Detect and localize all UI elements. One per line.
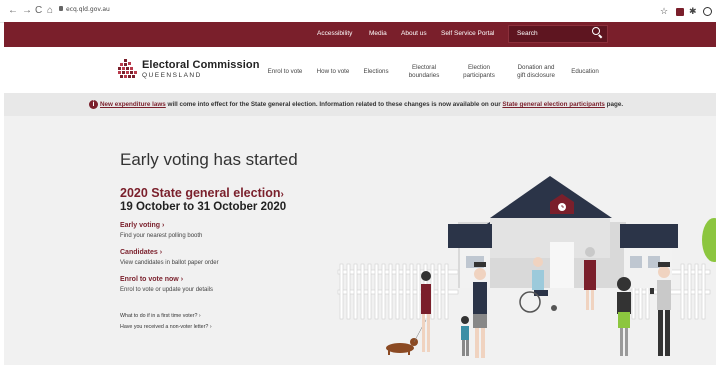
chevron-right-icon: › [162,222,165,229]
enrol-now-link[interactable]: Enrol to vote now › [120,276,183,283]
chevron-right-icon: › [180,276,184,283]
nav-label-2: participants [463,72,495,79]
new-expenditure-laws-link[interactable]: New expenditure laws [100,101,166,108]
hero-title: Early voting has started [120,150,298,169]
non-voter-letter-link[interactable]: Have you received a non-voter letter? › [120,324,212,330]
info-icon: i [89,100,98,109]
search-placeholder: Search [517,30,538,37]
ecq-logo-icon[interactable] [118,59,138,80]
nav-election-participants[interactable]: Election participants [454,64,504,80]
item-label: Candidates [120,249,158,256]
nav-donation-gift-disclosure[interactable]: Donation and gift disclosure [508,64,564,80]
item-label: Enrol to vote now [120,276,179,283]
state-election-participants-link[interactable]: State general election participants [502,101,605,108]
reload-icon[interactable]: C [35,4,42,18]
nav-label: Elections [363,68,389,75]
nav-label: Education [571,68,599,75]
nav-label: Electoral [411,64,437,71]
nav-about-us[interactable]: About us [401,30,427,37]
candidates-link[interactable]: Candidates › [120,249,162,256]
election-link-label: 2020 State general election [120,186,281,200]
election-dates: 19 October to 31 October 2020 [120,201,287,213]
nav-how-to-vote[interactable]: How to vote [312,68,354,76]
logo-title[interactable]: Electoral Commission [142,59,260,71]
candidates-desc: View candidates in ballot paper order [120,260,219,266]
alert-text: New expenditure laws will come into effe… [100,101,623,108]
chevron-right-icon: › [209,324,212,330]
chevron-right-icon: › [280,189,284,200]
dog [386,319,427,355]
alert-text-1: will come into effect for the State gene… [165,101,503,108]
nav-label: Enrol to vote [267,68,303,75]
search-icon[interactable] [592,27,600,35]
back-icon[interactable]: ← [8,4,18,18]
early-voting-desc: Find your nearest polling booth [120,233,203,239]
nav-elections[interactable]: Elections [356,68,396,76]
extension-icon[interactable] [676,8,684,16]
utility-nav: Accessibility Media About us Self Servic… [4,22,716,47]
forward-icon[interactable]: → [22,4,32,18]
address-bar[interactable]: ecq.qld.gov.au [66,6,110,13]
state-election-link[interactable]: 2020 State general election› [120,186,284,200]
alert-text-2: page. [604,101,624,108]
nav-electoral-boundaries[interactable]: Electoral boundaries [398,64,450,80]
nav-education[interactable]: Education [564,68,606,76]
profile-avatar-icon[interactable] [703,7,712,16]
chevron-right-icon: › [159,249,163,256]
person-woman-hijab [617,277,631,356]
nav-media[interactable]: Media [369,30,387,37]
link-label: Have you received a non-voter letter? [120,324,209,330]
voting-illustration [337,176,716,358]
bookmark-star-icon[interactable]: ☆ [660,5,668,17]
nav-label: Election [467,64,490,71]
tree [702,218,716,262]
nav-label-2: boundaries [408,72,440,79]
nav-label: Donation and [517,64,555,71]
chevron-right-icon: › [198,313,201,319]
first-time-voter-link[interactable]: What to do if in a first time voter? › [120,313,201,319]
extensions-puzzle-icon[interactable]: ✱ [689,5,697,17]
item-label: Early voting [120,222,161,229]
nav-self-service-portal[interactable]: Self Service Portal [441,30,494,37]
nav-label-2: gift disclosure [517,72,555,79]
link-label: What to do if in a first time voter? [120,313,198,319]
lock-icon [59,6,63,11]
early-voting-link[interactable]: Early voting › [120,222,164,229]
nav-accessibility[interactable]: Accessibility [317,30,352,37]
nav-enrol-to-vote[interactable]: Enrol to vote [264,68,306,76]
home-icon[interactable]: ⌂ [47,4,53,18]
enrol-now-desc: Enrol to vote or update your details [120,287,214,293]
logo-subtitle: QUEENSLAND [142,72,202,79]
nav-label: How to vote [316,68,350,75]
